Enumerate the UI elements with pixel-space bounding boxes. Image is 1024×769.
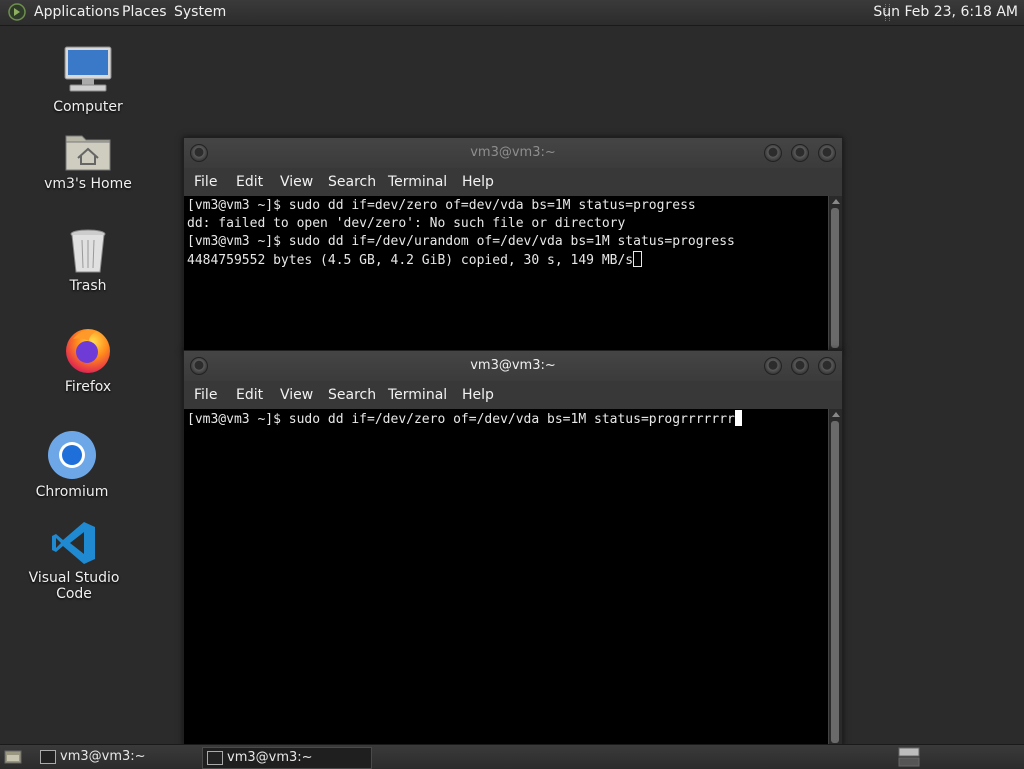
menu-file[interactable]: File [194,387,217,403]
desktop-icon-label: Computer [53,99,123,115]
trash-icon [70,229,106,273]
window-menu-button[interactable] [190,144,208,162]
terminal-line: [vm3@vm3 ~]$ sudo dd if=/dev/zero of=/de… [187,412,735,427]
minimize-button[interactable] [764,357,782,375]
clock[interactable]: Sun Feb 23, 6:18 AM [873,4,1018,20]
scrollbar-thumb[interactable] [831,421,839,743]
system-menu[interactable]: System [174,4,226,20]
menu-edit[interactable]: Edit [236,174,263,190]
workspace-switcher-icon[interactable] [898,747,920,767]
menu-search[interactable]: Search [328,174,376,190]
taskbar-item-terminal-1[interactable]: vm3@vm3:~ [36,747,220,767]
window-titlebar[interactable]: vm3@vm3:~ [184,351,842,381]
window-title: vm3@vm3:~ [470,358,556,373]
desktop-icon-computer[interactable]: Computer [28,45,148,115]
desktop-icon-label: vm3's Home [44,176,132,192]
bottom-panel: vm3@vm3:~ vm3@vm3:~ [0,744,1024,769]
terminal-output[interactable]: [vm3@vm3 ~]$ sudo dd if=/dev/zero of=/de… [184,409,842,747]
computer-icon [64,46,112,92]
maximize-button[interactable] [791,357,809,375]
minimize-button[interactable] [764,144,782,162]
menubar: File Edit View Search Terminal Help [184,381,842,409]
close-button[interactable] [818,144,836,162]
terminal-line: dd: failed to open 'dev/zero': No such f… [187,216,626,231]
menu-terminal[interactable]: Terminal [388,174,447,190]
applications-menu[interactable]: Applications [34,4,120,20]
terminal-icon [40,750,56,764]
menu-help[interactable]: Help [462,387,494,403]
desktop-icon-label: Visual Studio Code [28,570,120,602]
desktop-icon-vscode[interactable]: Visual Studio Code [14,520,134,602]
top-panel: Applications Places System Sun Feb 23, 6… [0,0,1024,26]
scrollbar[interactable] [828,196,842,352]
desktop-icon-chromium[interactable]: Chromium [12,430,132,500]
desktop-icon-label: Firefox [64,379,112,395]
distro-logo-icon[interactable] [8,3,26,21]
menu-view[interactable]: View [280,387,313,403]
maximize-button[interactable] [791,144,809,162]
terminal-line: 4484759552 bytes (4.5 GB, 4.2 GiB) copie… [187,253,634,268]
terminal-window-2[interactable]: vm3@vm3:~ File Edit View Search Terminal… [183,350,843,748]
home-folder-icon [65,135,111,171]
menu-edit[interactable]: Edit [236,387,263,403]
terminal-cursor [633,251,643,267]
scroll-up-arrow-icon[interactable] [831,412,840,417]
taskbar-item-label: vm3@vm3:~ [227,750,313,765]
desktop-icon-label: Trash [69,278,107,294]
terminal-cursor [734,410,742,426]
scrollbar[interactable] [828,409,842,747]
menu-file[interactable]: File [194,174,217,190]
menu-search[interactable]: Search [328,387,376,403]
close-button[interactable] [818,357,836,375]
taskbar-item-label: vm3@vm3:~ [60,749,146,764]
menu-terminal[interactable]: Terminal [388,387,447,403]
vscode-icon [52,522,95,564]
terminal-line: [vm3@vm3 ~]$ sudo dd if=/dev/urandom of=… [187,234,735,249]
terminal-window-1[interactable]: vm3@vm3:~ File Edit View Search Terminal… [183,137,843,353]
window-title: vm3@vm3:~ [470,145,556,160]
desktop-icon-firefox[interactable]: Firefox [28,325,148,395]
firefox-icon [66,329,110,373]
taskbar-item-terminal-2[interactable]: vm3@vm3:~ [202,747,372,769]
window-titlebar[interactable]: vm3@vm3:~ [184,138,842,168]
scroll-up-arrow-icon[interactable] [831,199,840,204]
terminal-icon [207,751,223,765]
desktop-icon-trash[interactable]: Trash [28,228,148,294]
scrollbar-thumb[interactable] [831,208,839,348]
terminal-line: [vm3@vm3 ~]$ sudo dd if=dev/zero of=dev/… [187,198,696,213]
desktop-icon-label: Chromium [35,484,109,500]
menubar: File Edit View Search Terminal Help [184,168,842,196]
terminal-output[interactable]: [vm3@vm3 ~]$ sudo dd if=dev/zero of=dev/… [184,196,842,352]
chromium-icon [48,431,96,479]
menu-view[interactable]: View [280,174,313,190]
show-desktop-icon[interactable] [4,749,22,765]
desktop-icon-home[interactable]: vm3's Home [28,128,148,192]
window-menu-button[interactable] [190,357,208,375]
menu-help[interactable]: Help [462,174,494,190]
places-menu[interactable]: Places [122,4,167,20]
